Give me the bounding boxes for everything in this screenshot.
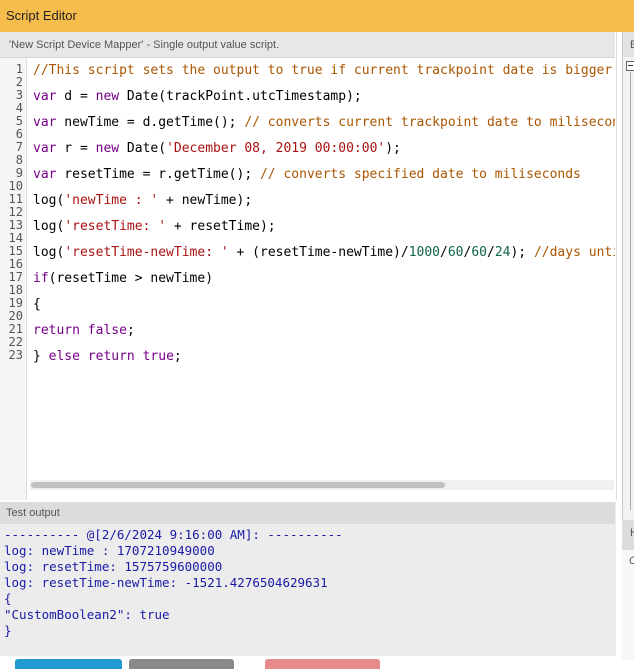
- code-line: return false;: [33, 323, 135, 339]
- code-token: );: [385, 141, 401, 156]
- code-token: }: [33, 349, 49, 364]
- output-line: log: resetTime-newTime: -1521.4276504629…: [4, 575, 328, 590]
- code-token: 24: [494, 245, 511, 260]
- code-line: var d = new Date(trackPoint.utcTimestamp…: [33, 89, 362, 105]
- editor-header-label: 'New Script Device Mapper' - Single outp…: [9, 39, 280, 51]
- code-token: log(: [33, 193, 65, 208]
- code-token: r =: [56, 141, 96, 156]
- code-token: var: [33, 115, 57, 130]
- output-line: log: resetTime: 1575759600000: [4, 559, 223, 574]
- secondary-button[interactable]: [129, 659, 234, 669]
- code-line: log('newTime : ' + newTime);: [33, 193, 252, 209]
- window-title: Script Editor: [6, 8, 77, 23]
- code-token: 60: [447, 245, 464, 260]
- code-token: if: [33, 271, 49, 286]
- output-line: {: [4, 591, 12, 606]
- code-token: 'resetTime-newTime: ': [64, 245, 229, 260]
- code-token: ;: [173, 349, 182, 364]
- code-token: new: [95, 141, 120, 156]
- output-header-label: Test output: [6, 507, 60, 519]
- code-token: (resetTime > newTime): [48, 271, 214, 286]
- output-console: ---------- @[2/6/2024 9:16:00 AM]: -----…: [0, 524, 615, 656]
- editor-header: 'New Script Device Mapper' - Single outp…: [0, 32, 615, 58]
- code-token: newTime = d.getTime();: [56, 115, 245, 130]
- code-editor[interactable]: //This script sets the output to true if…: [33, 58, 615, 510]
- code-token: else: [48, 349, 80, 364]
- code-line: //This script sets the output to true if…: [33, 63, 615, 79]
- script-editor-panel: 'New Script Device Mapper' - Single outp…: [0, 32, 617, 500]
- right-panel-lower-body-label: C: [629, 555, 634, 567]
- right-panel-lower-header-label: H: [630, 527, 634, 539]
- test-output-panel: Test output ---------- @[2/6/2024 9:16:0…: [0, 502, 616, 656]
- line-number: 23: [8, 348, 23, 362]
- code-token: 'December 08, 2019 00:00:00': [166, 141, 386, 156]
- code-line: var newTime = d.getTime(); // converts c…: [33, 115, 615, 131]
- code-token: );: [510, 245, 534, 260]
- code-token: resetTime = r.getTime();: [56, 167, 260, 182]
- code-token: var: [33, 167, 57, 182]
- output-header: Test output: [0, 502, 615, 524]
- code-token: var: [33, 89, 57, 104]
- code-token: return: [87, 349, 135, 364]
- danger-button[interactable]: [265, 659, 380, 669]
- right-panel-header: E: [623, 32, 634, 57]
- code-line: var resetTime = r.getTime(); // converts…: [33, 167, 581, 183]
- right-panel-header-label: E: [630, 39, 634, 51]
- output-line: log: newTime : 1707210949000: [4, 543, 215, 558]
- code-token: //days until: [533, 245, 615, 260]
- code-token: {: [33, 297, 41, 312]
- code-token: // converts specified date to milisecond…: [259, 167, 581, 182]
- right-panel-lower-header: H: [622, 520, 634, 550]
- code-token: /: [440, 245, 448, 260]
- code-token: d =: [56, 89, 96, 104]
- code-token: + newTime);: [158, 193, 253, 208]
- line-number-gutter: 1 2 3 4 5 6 7 8 9 10 11 12 13 14 15 16 17 18 19 20 21 22 23: [0, 58, 27, 500]
- output-line: ---------- @[2/6/2024 9:16:00 AM]: -----…: [4, 527, 343, 542]
- code-token: // converts current trackpoint date to m…: [244, 115, 615, 130]
- code-line: var r = new Date('December 08, 2019 00:0…: [33, 141, 401, 157]
- code-token: log(: [33, 245, 65, 260]
- code-token: return: [33, 323, 80, 338]
- code-token: 'resetTime: ': [64, 219, 167, 234]
- code-token: log(: [33, 219, 65, 234]
- right-side-panel: E: [622, 32, 634, 522]
- code-token: Date(: [119, 141, 167, 156]
- code-token: //This script sets the output to true if…: [33, 63, 613, 78]
- code-token: + (resetTime-newTime)/: [228, 245, 409, 260]
- code-line: log('resetTime: ' + resetTime);: [33, 219, 276, 235]
- code-token: /: [486, 245, 495, 260]
- right-panel-lower-body: C: [622, 550, 634, 660]
- horizontal-scrollbar-thumb[interactable]: [31, 482, 445, 488]
- code-line: if(resetTime > newTime): [33, 271, 213, 287]
- code-token: var: [33, 141, 57, 156]
- code-line: } else return true;: [33, 349, 182, 365]
- code-line: log('resetTime-newTime: ' + (resetTime-n…: [33, 245, 615, 261]
- code-token: 60: [471, 245, 487, 260]
- code-token: 'newTime : ': [64, 193, 159, 208]
- code-token: 1000: [408, 245, 441, 260]
- code-token: new: [95, 89, 120, 104]
- output-line: "CustomBoolean2": true: [4, 607, 170, 622]
- code-token: true: [142, 349, 174, 364]
- code-token: + resetTime);: [166, 219, 276, 234]
- tree-collapse-icon[interactable]: [626, 61, 634, 71]
- primary-button[interactable]: [15, 659, 122, 669]
- code-token: Date(trackPoint.utcTimestamp);: [119, 89, 362, 104]
- window-titlebar: Script Editor: [0, 0, 634, 32]
- code-token: false: [87, 323, 127, 338]
- output-line: }: [4, 623, 12, 638]
- code-token: ;: [126, 323, 135, 338]
- code-line: {: [33, 297, 41, 313]
- tree-guide-line: [630, 72, 631, 510]
